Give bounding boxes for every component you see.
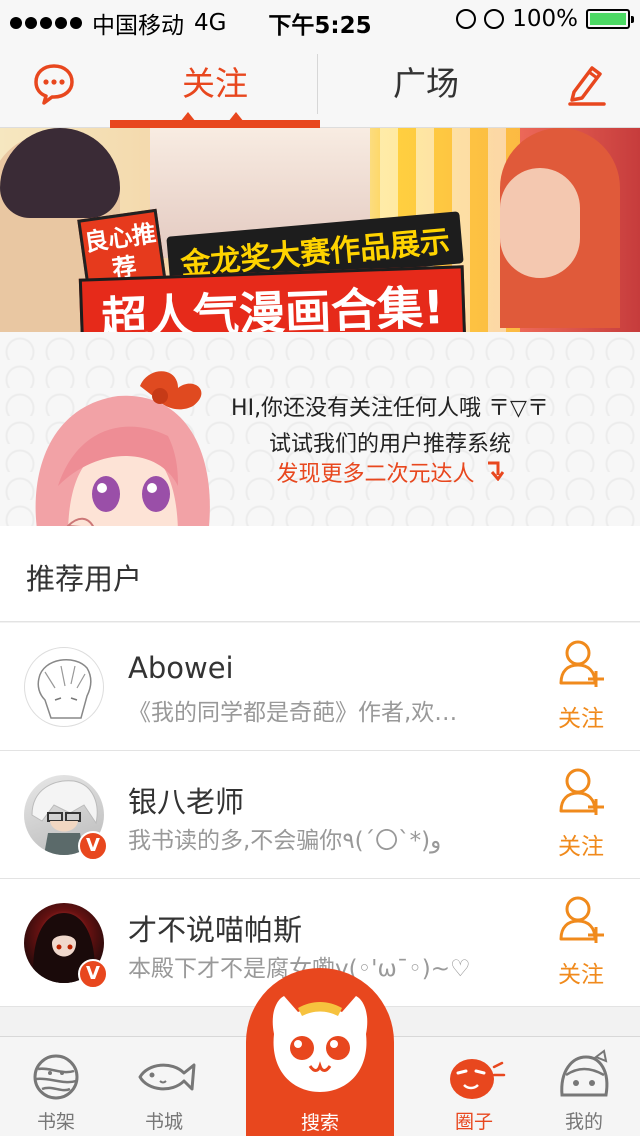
rotation-lock-icon bbox=[456, 9, 477, 29]
banner-character-hair bbox=[0, 128, 120, 218]
tab-divider bbox=[317, 54, 318, 114]
tab-bookstore-label: 书城 bbox=[144, 1111, 183, 1133]
avatar-sketch bbox=[37, 659, 92, 719]
search-button[interactable]: 搜索 bbox=[246, 968, 394, 1136]
user-name: Abowei bbox=[128, 651, 234, 685]
battery-icon bbox=[586, 9, 634, 29]
tab-circle-label: 圈子 bbox=[454, 1111, 493, 1133]
pencil-icon bbox=[568, 66, 606, 106]
chat-button[interactable] bbox=[30, 60, 78, 108]
recommend-section-header: 推荐用户 bbox=[0, 526, 640, 622]
discover-link[interactable]: 发现更多二次元达人 bbox=[210, 456, 570, 488]
battery-percent: 100% bbox=[512, 6, 578, 32]
user-row[interactable]: V 银八老师 我书读的多,不会骗你٩(´〇`*)و 关注 bbox=[0, 751, 640, 879]
avatar[interactable] bbox=[24, 647, 104, 727]
tab-follow[interactable]: 关注 bbox=[115, 60, 315, 108]
tab-circle[interactable]: 圈子 bbox=[424, 1037, 524, 1136]
verified-badge-icon: V bbox=[78, 831, 108, 861]
tab-bookshelf[interactable]: 书架 bbox=[6, 1037, 106, 1136]
tab-profile[interactable]: 我的 bbox=[534, 1037, 634, 1136]
discover-link-label: 发现更多二次元达人 bbox=[276, 462, 475, 487]
add-user-icon bbox=[559, 640, 604, 687]
top-nav-bar: 关注 广场 bbox=[0, 40, 640, 128]
user-description: 《我的同学都是奇葩》作者,欢… bbox=[128, 700, 458, 726]
tab-active-underline bbox=[110, 120, 320, 128]
follow-button[interactable]: 关注 bbox=[552, 895, 610, 989]
status-bar: 中国移动 4G 下午5:25 100% bbox=[0, 0, 640, 40]
recommend-title: 推荐用户 bbox=[26, 562, 143, 596]
tab-plaza[interactable]: 广场 bbox=[326, 60, 526, 108]
girl-face-icon bbox=[560, 1049, 609, 1097]
user-name: 才不说喵帕斯 bbox=[128, 913, 303, 947]
yarn-ball-icon bbox=[33, 1054, 79, 1100]
empty-message-line2: 试试我们的用户推荐系统 bbox=[268, 432, 511, 457]
search-label: 搜索 bbox=[300, 1112, 339, 1134]
follow-label: 关注 bbox=[558, 962, 604, 988]
follow-label: 关注 bbox=[558, 706, 604, 732]
follow-button[interactable]: 关注 bbox=[552, 639, 610, 733]
follow-label: 关注 bbox=[558, 834, 604, 860]
empty-message-line1: HI,你还没有关注任何人哦 〒▽〒 bbox=[231, 396, 549, 421]
tab-profile-label: 我的 bbox=[564, 1111, 603, 1133]
user-row[interactable]: Abowei 《我的同学都是奇葩》作者,欢… 关注 bbox=[0, 623, 640, 751]
alarm-icon bbox=[484, 9, 505, 29]
empty-follow-state: HI,你还没有关注任何人哦 〒▽〒 试试我们的用户推荐系统 发现更多二次元达人 bbox=[0, 332, 640, 526]
add-user-icon bbox=[559, 896, 604, 943]
add-user-icon bbox=[559, 768, 604, 815]
tab-bookstore[interactable]: 书城 bbox=[114, 1037, 214, 1136]
cat-mascot-icon bbox=[272, 996, 368, 1092]
user-name: 银八老师 bbox=[128, 785, 245, 819]
promo-banner[interactable]: 良心推荐 金龙奖大赛作品展示 超人气漫画合集! bbox=[0, 128, 640, 332]
mascot-girl-illustration bbox=[35, 371, 210, 526]
follow-button[interactable]: 关注 bbox=[552, 767, 610, 861]
status-right: 100% bbox=[456, 6, 634, 32]
fish-icon bbox=[138, 1063, 196, 1091]
user-description: 我书读的多,不会骗你٩(´〇`*)و bbox=[128, 828, 442, 854]
banner-character-face bbox=[500, 168, 580, 278]
compose-button[interactable] bbox=[562, 60, 610, 108]
app-root: 中国移动 4G 下午5:25 100% 关注 广场 良心推荐 金龙奖大赛作品展示… bbox=[0, 0, 640, 1136]
cat-face-icon bbox=[450, 1059, 506, 1099]
tab-bookshelf-label: 书架 bbox=[36, 1111, 75, 1133]
arrow-down-icon bbox=[487, 461, 504, 481]
verified-badge-icon: V bbox=[78, 959, 108, 989]
chat-bubble-icon bbox=[34, 64, 74, 105]
